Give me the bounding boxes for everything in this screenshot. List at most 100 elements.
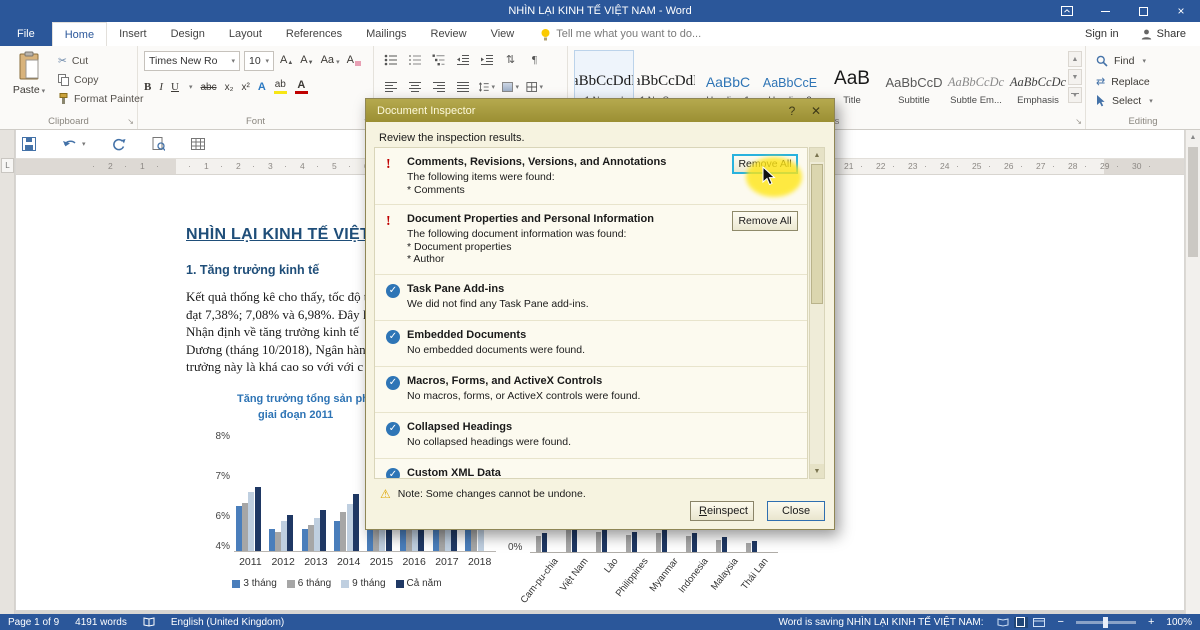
dialog-scroll-up-icon[interactable]: ▲ bbox=[810, 148, 824, 162]
numbering-button[interactable] bbox=[406, 52, 423, 67]
style-preview: AaBbCcDc bbox=[1009, 75, 1067, 89]
dialog-help-button[interactable]: ? bbox=[780, 102, 804, 120]
chart2-bar bbox=[746, 543, 751, 552]
font-size-combo[interactable]: 10 ▾ bbox=[244, 51, 274, 71]
shrink-font-button[interactable]: A ▼ bbox=[300, 54, 313, 66]
tab-design[interactable]: Design bbox=[159, 22, 217, 46]
tab-home[interactable]: Home bbox=[51, 22, 108, 46]
cut-button[interactable]: ✂ Cut bbox=[58, 55, 88, 67]
chart2-bar bbox=[686, 536, 691, 552]
tab-layout[interactable]: Layout bbox=[217, 22, 274, 46]
decrease-indent-button[interactable] bbox=[454, 52, 471, 67]
scroll-up-icon[interactable]: ▲ bbox=[1186, 130, 1200, 145]
remove-all-button[interactable]: Remove All bbox=[732, 211, 798, 231]
tab-file[interactable]: File bbox=[0, 22, 52, 46]
styles-scroll-down-icon[interactable]: ▼ bbox=[1068, 69, 1082, 85]
paste-button[interactable]: Paste ▾ bbox=[6, 51, 52, 117]
redo-button[interactable] bbox=[112, 138, 126, 151]
align-left-button[interactable] bbox=[382, 79, 399, 94]
tab-stop-selector[interactable]: L bbox=[1, 158, 14, 173]
dialog-scrollbar-thumb[interactable] bbox=[811, 164, 823, 304]
superscript-button[interactable]: x² bbox=[242, 82, 250, 93]
reinspect-button[interactable]: Reinspect bbox=[690, 501, 754, 521]
print-preview-button[interactable] bbox=[152, 137, 165, 151]
styles-dialog-launcher[interactable]: ↘ bbox=[1075, 118, 1082, 126]
italic-button[interactable]: I bbox=[159, 81, 163, 93]
align-center-button[interactable] bbox=[406, 79, 423, 94]
page-indicator[interactable]: Page 1 of 9 bbox=[8, 617, 59, 628]
print-layout-icon[interactable] bbox=[1013, 616, 1028, 628]
change-case-button[interactable]: Aa ▾ bbox=[321, 54, 340, 66]
align-right-button[interactable] bbox=[430, 79, 447, 94]
underline-button[interactable]: U bbox=[171, 81, 179, 93]
web-layout-icon[interactable] bbox=[1032, 617, 1046, 628]
highlight-color-button[interactable]: ab bbox=[273, 80, 287, 94]
grow-font-button[interactable]: A ▲ bbox=[280, 54, 293, 66]
format-painter-button[interactable]: Format Painter bbox=[58, 93, 143, 105]
maximize-button[interactable] bbox=[1124, 0, 1162, 22]
language-indicator[interactable]: English (United Kingdom) bbox=[171, 617, 284, 628]
ruler-mark: · bbox=[316, 161, 319, 171]
close-button[interactable]: × bbox=[1162, 0, 1200, 22]
line-spacing-button[interactable]: ▾ bbox=[478, 79, 495, 94]
read-mode-icon[interactable] bbox=[996, 617, 1010, 628]
vertical-ruler[interactable]: L bbox=[0, 130, 15, 614]
tell-me-box[interactable]: Tell me what you want to do... bbox=[540, 22, 701, 46]
chart1-year-label: 2016 bbox=[402, 556, 426, 568]
dialog-title-bar[interactable]: Document Inspector ? ✕ bbox=[366, 99, 834, 122]
zoom-slider[interactable] bbox=[1075, 616, 1136, 628]
tab-insert[interactable]: Insert bbox=[107, 22, 159, 46]
replace-button[interactable]: ⇄ Replace bbox=[1096, 75, 1150, 89]
style-subtle-em-[interactable]: AaBbCcDc Subtle Em... bbox=[946, 50, 1006, 112]
strikethrough-button[interactable]: abc bbox=[200, 82, 216, 93]
insert-table-button[interactable] bbox=[190, 138, 205, 150]
dialog-scroll-down-icon[interactable]: ▼ bbox=[810, 464, 824, 478]
dialog-note-text: Note: Some changes cannot be undone. bbox=[397, 488, 586, 500]
justify-button[interactable] bbox=[454, 79, 471, 94]
borders-button[interactable]: ▾ bbox=[526, 79, 543, 94]
ribbon-display-options-icon[interactable] bbox=[1048, 0, 1086, 22]
bold-button[interactable]: B bbox=[144, 81, 151, 93]
font-color-button[interactable]: A bbox=[294, 80, 308, 94]
font-name-combo[interactable]: Times New Ro ▾ bbox=[144, 51, 240, 71]
sign-in-link[interactable]: Sign in bbox=[1085, 28, 1119, 40]
document-scrollbar[interactable]: ▲ bbox=[1185, 130, 1200, 614]
zoom-in-button[interactable]: + bbox=[1148, 616, 1154, 628]
style-subtitle[interactable]: AaBbCcD Subtitle bbox=[884, 50, 944, 112]
show-paragraph-marks-button[interactable]: ¶ bbox=[526, 52, 543, 67]
zoom-out-button[interactable]: − bbox=[1058, 616, 1064, 628]
styles-scroll-up-icon[interactable]: ▲ bbox=[1068, 51, 1082, 67]
chart2-bar bbox=[601, 529, 607, 552]
dialog-scrollbar[interactable]: ▲ ▼ bbox=[809, 147, 825, 479]
copy-button[interactable]: Copy bbox=[58, 74, 99, 86]
find-button[interactable]: Find ▾ bbox=[1096, 55, 1146, 67]
clear-formatting-button[interactable]: A bbox=[347, 54, 361, 66]
select-button[interactable]: Select ▾ bbox=[1096, 95, 1153, 107]
tab-review[interactable]: Review bbox=[419, 22, 479, 46]
style-emphasis[interactable]: AaBbCcDc Emphasis bbox=[1008, 50, 1068, 112]
tab-mailings[interactable]: Mailings bbox=[354, 22, 418, 46]
dialog-close-button[interactable]: Close bbox=[767, 501, 825, 521]
word-count[interactable]: 4191 words bbox=[75, 617, 127, 628]
shading-button[interactable]: ▾ bbox=[502, 79, 519, 94]
proofing-icon[interactable] bbox=[143, 617, 155, 627]
zoom-level[interactable]: 100% bbox=[1166, 617, 1192, 628]
text-effects-button[interactable]: A bbox=[258, 82, 266, 93]
clipboard-dialog-launcher[interactable]: ↘ bbox=[127, 118, 134, 126]
share-button[interactable]: Share bbox=[1141, 28, 1186, 40]
increase-indent-button[interactable] bbox=[478, 52, 495, 67]
tab-view[interactable]: View bbox=[479, 22, 527, 46]
dialog-close-icon[interactable]: ✕ bbox=[804, 102, 828, 120]
sort-button[interactable]: ⇅ bbox=[502, 52, 519, 67]
multilevel-list-button[interactable] bbox=[430, 52, 447, 67]
save-button[interactable] bbox=[22, 137, 36, 151]
tab-references[interactable]: References bbox=[274, 22, 354, 46]
styles-gallery-more-icon[interactable]: ▼ bbox=[1068, 87, 1082, 103]
bullets-button[interactable] bbox=[382, 52, 399, 67]
zoom-thumb[interactable] bbox=[1102, 616, 1108, 628]
styles-gallery-scroll: ▲ ▼ ▼ bbox=[1068, 51, 1082, 103]
scrollbar-thumb[interactable] bbox=[1188, 147, 1198, 257]
undo-button[interactable]: ▾ bbox=[62, 138, 86, 150]
minimize-button[interactable] bbox=[1086, 0, 1124, 22]
subscript-button[interactable]: x₂ bbox=[225, 82, 234, 93]
